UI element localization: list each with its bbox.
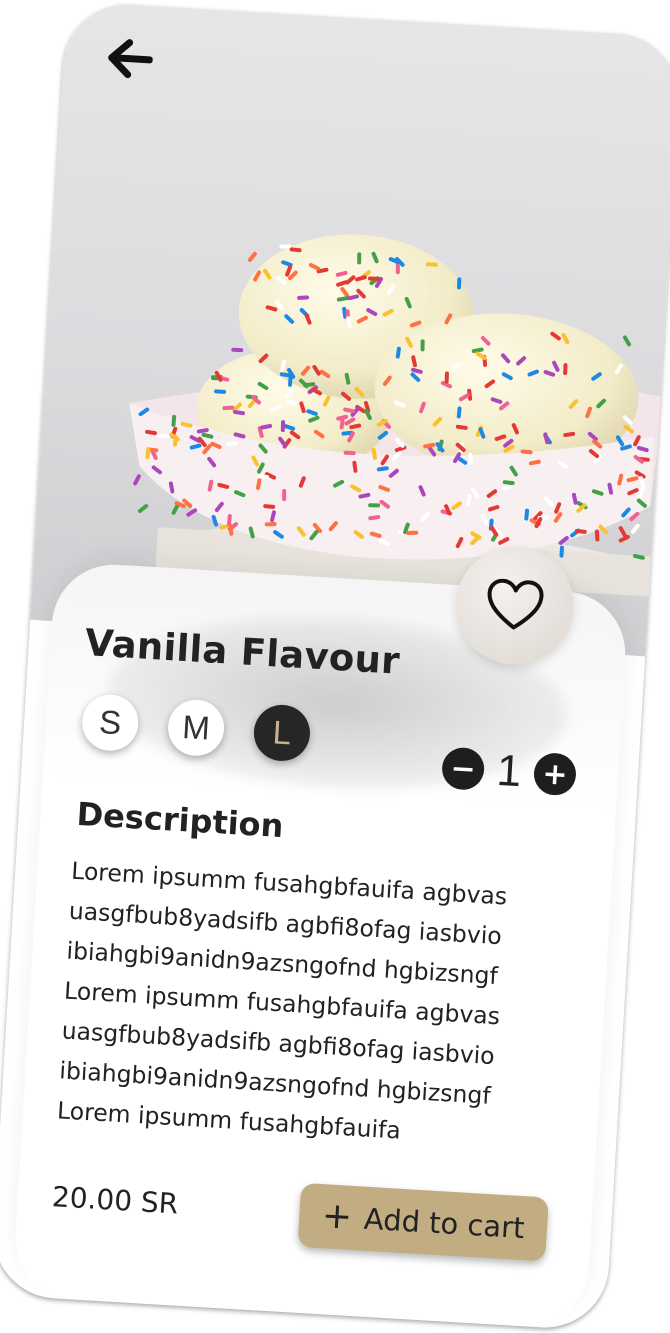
size-option-s[interactable]: S <box>80 693 140 753</box>
description-heading: Description <box>75 794 285 846</box>
decrement-button[interactable]: − <box>440 746 486 791</box>
description-text: Lorem ipsumm fusahgbfauifa agbvas uasgfb… <box>56 851 582 1161</box>
size-option-l[interactable]: L <box>252 703 312 763</box>
size-selector: S M L <box>80 693 312 763</box>
product-title: Vanilla Flavour <box>83 621 402 683</box>
product-hero <box>30 0 670 657</box>
increment-button[interactable]: + <box>532 751 578 797</box>
plus-icon: + <box>320 1195 354 1238</box>
back-button[interactable] <box>100 29 159 88</box>
add-to-cart-label: Add to cart <box>362 1201 526 1246</box>
ice-cream-bowl-image <box>129 234 665 600</box>
size-option-m[interactable]: M <box>166 698 226 758</box>
add-to-cart-button[interactable]: + Add to cart <box>297 1182 549 1262</box>
quantity-stepper: − 1 + <box>440 743 578 801</box>
quantity-value: 1 <box>495 745 523 797</box>
product-price: 20.00 SR <box>51 1180 180 1221</box>
arrow-left-icon <box>108 39 154 79</box>
product-details-card: Vanilla Flavour S M L − 1 + Description … <box>12 561 629 1330</box>
heart-outline-icon <box>487 578 544 630</box>
product-screen: Vanilla Flavour S M L − 1 + Description … <box>0 0 670 1332</box>
